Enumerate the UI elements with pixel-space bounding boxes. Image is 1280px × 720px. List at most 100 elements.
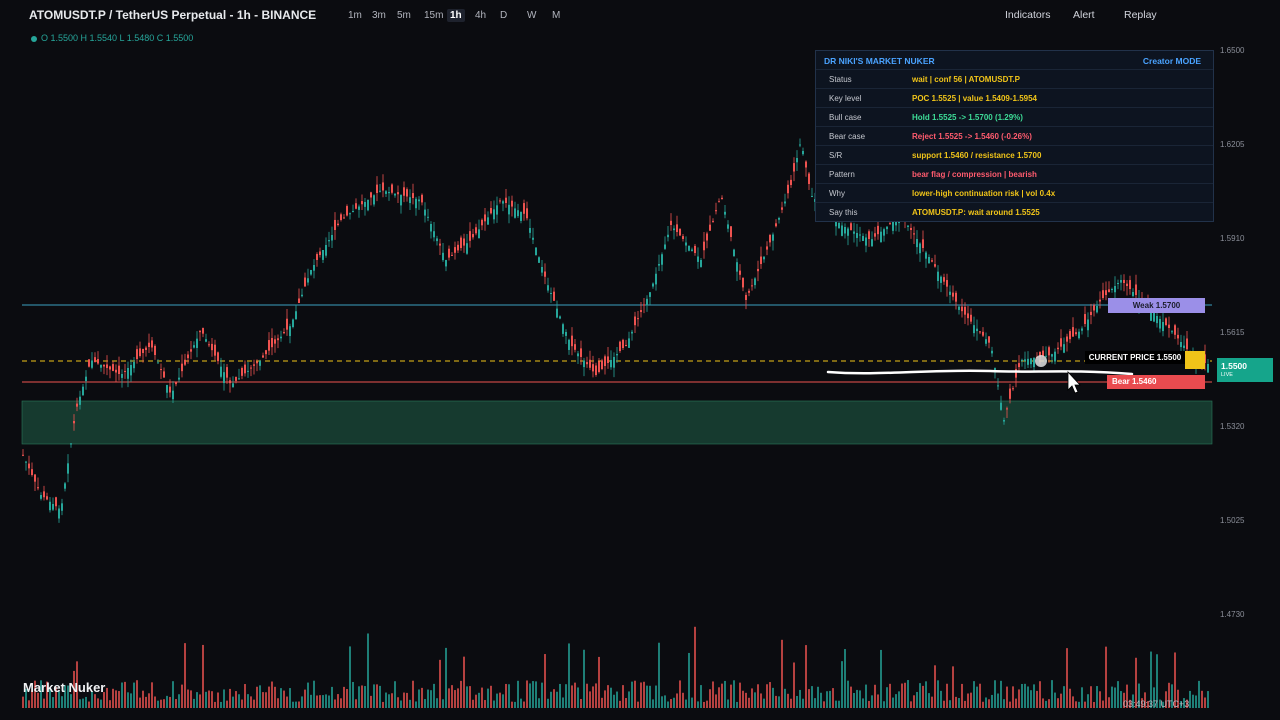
volume-bar xyxy=(619,700,621,708)
timeframe-1m[interactable]: 1m xyxy=(348,10,362,21)
symbol-title[interactable]: ATOMUSDT.P / TetherUS Perpetual - 1h - B… xyxy=(29,8,316,22)
volume-bar xyxy=(1003,699,1005,708)
candle-body xyxy=(376,184,378,193)
volume-bar xyxy=(1039,681,1041,708)
volume-bar xyxy=(652,699,654,708)
volume-bar xyxy=(664,695,666,708)
candle-body xyxy=(661,254,663,265)
volume-bar xyxy=(346,689,348,708)
volume-bar xyxy=(646,685,648,708)
volume-bar xyxy=(730,684,732,708)
creator-mode-button[interactable]: Creator MODE xyxy=(1143,56,1201,66)
timeframe-d[interactable]: D xyxy=(500,10,507,21)
volume-bar xyxy=(778,696,780,708)
timeframe-4h[interactable]: 4h xyxy=(475,10,486,21)
volume-bar xyxy=(193,698,195,708)
volume-bar xyxy=(955,696,957,708)
timeframe-1h[interactable]: 1h xyxy=(447,9,465,22)
volume-bar xyxy=(805,645,807,708)
volume-bar xyxy=(328,695,330,708)
price-axis-label: 1.5025 xyxy=(1220,516,1245,525)
candle-body xyxy=(571,335,573,347)
volume-bar xyxy=(490,685,492,708)
volume-bar xyxy=(748,697,750,708)
candle-body xyxy=(334,219,336,230)
volume-bar xyxy=(886,687,888,708)
candle-body xyxy=(268,340,270,351)
candle-body xyxy=(913,233,915,235)
indicators-button[interactable]: Indicators xyxy=(1005,9,1051,21)
candle-body xyxy=(802,151,804,155)
volume-bar xyxy=(1054,692,1056,708)
candle-body xyxy=(733,249,735,257)
replay-button[interactable]: Replay xyxy=(1124,9,1157,21)
candle-body xyxy=(121,374,123,378)
candle-body xyxy=(448,248,450,258)
candle-body xyxy=(37,487,39,489)
candle-body xyxy=(781,207,783,210)
volume-bar xyxy=(991,694,993,708)
timeframe-m[interactable]: M xyxy=(552,10,560,21)
candle-body xyxy=(289,326,291,337)
volume-bar xyxy=(994,680,996,708)
candle-body xyxy=(718,201,720,203)
volume-bar xyxy=(880,649,882,708)
volume-bar xyxy=(154,696,156,708)
volume-bar xyxy=(133,682,135,708)
candle-body xyxy=(751,285,753,287)
timeframe-3m[interactable]: 3m xyxy=(372,10,386,21)
candle-body xyxy=(934,264,936,267)
candle-body xyxy=(253,364,255,366)
volume-bar xyxy=(145,696,147,708)
candle-body xyxy=(49,501,51,511)
volume-bar xyxy=(253,699,255,708)
volume-bar xyxy=(628,691,630,708)
volume-bar xyxy=(727,699,729,708)
volume-bar xyxy=(544,654,546,708)
timeframe-5m[interactable]: 5m xyxy=(397,10,411,21)
candle-body xyxy=(235,376,237,381)
ohlc-values: O 1.5500 H 1.5540 L 1.5480 C 1.5500 xyxy=(41,33,194,43)
candle-body xyxy=(361,201,363,205)
candle-body xyxy=(130,365,132,376)
volume-bar xyxy=(307,682,309,708)
volume-bar xyxy=(289,688,291,708)
timeframe-w[interactable]: W xyxy=(527,10,536,21)
candle-body xyxy=(769,234,771,243)
volume-bar xyxy=(952,666,954,708)
volume-bar xyxy=(178,694,180,708)
volume-bar xyxy=(586,683,588,708)
volume-bar xyxy=(1081,687,1083,708)
volume-bar xyxy=(853,692,855,708)
candle-body xyxy=(931,260,933,262)
volume-bar xyxy=(1036,690,1038,708)
volume-bar xyxy=(208,690,210,708)
candle-body xyxy=(244,364,246,374)
candle-body xyxy=(436,238,438,242)
candle-body xyxy=(607,356,609,363)
volume-bar xyxy=(403,692,405,708)
candle-body xyxy=(940,276,942,283)
volume-bar xyxy=(547,698,549,708)
candle-body xyxy=(922,239,924,248)
candle-body xyxy=(52,504,54,510)
row-value: support 1.5460 / resistance 1.5700 xyxy=(912,151,1042,160)
alert-button[interactable]: Alert xyxy=(1073,9,1095,21)
volume-bar xyxy=(559,683,561,708)
volume-bar xyxy=(250,696,252,708)
candle-body xyxy=(154,345,156,355)
row-key: Say this xyxy=(829,208,858,217)
candle-body xyxy=(697,256,699,262)
candle-body xyxy=(1048,347,1050,356)
volume-bar xyxy=(634,680,636,708)
volume-bar xyxy=(28,700,30,708)
volume-bar xyxy=(562,697,564,708)
candle-body xyxy=(1123,279,1125,283)
timeframe-15m[interactable]: 15m xyxy=(424,10,443,21)
volume-bar xyxy=(1084,701,1086,708)
volume-bar xyxy=(259,685,261,708)
candle-body xyxy=(211,343,213,351)
volume-bar xyxy=(691,697,693,708)
volume-bar xyxy=(265,692,267,708)
candle-body xyxy=(865,237,867,246)
